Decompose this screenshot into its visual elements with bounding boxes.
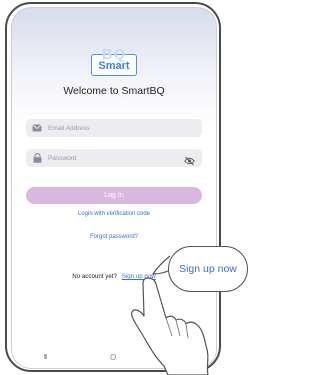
home-button[interactable]: O [110,353,116,362]
login-button[interactable]: Log In [26,187,202,204]
email-field[interactable] [26,119,202,137]
password-field[interactable] [26,149,202,167]
callout-text: Sign up now [179,263,237,275]
forgot-password-link[interactable]: Forgot password? [12,234,216,240]
verification-code-link[interactable]: Login with verification code [12,211,216,217]
lock-icon [32,153,42,163]
no-account-text: No account yet? [72,273,117,280]
welcome-title: Welcome to SmartBQ [63,85,165,97]
recents-button[interactable]: III [44,354,48,361]
password-input[interactable] [48,154,168,162]
logo-badge: BQ Smart [91,46,137,76]
logo-text: Smart [98,60,130,72]
mail-icon [32,123,42,133]
email-input[interactable] [48,124,168,132]
logo: BQ Smart [12,46,216,76]
eye-slash-icon[interactable] [184,153,195,166]
hand-pointer-icon [131,277,209,375]
